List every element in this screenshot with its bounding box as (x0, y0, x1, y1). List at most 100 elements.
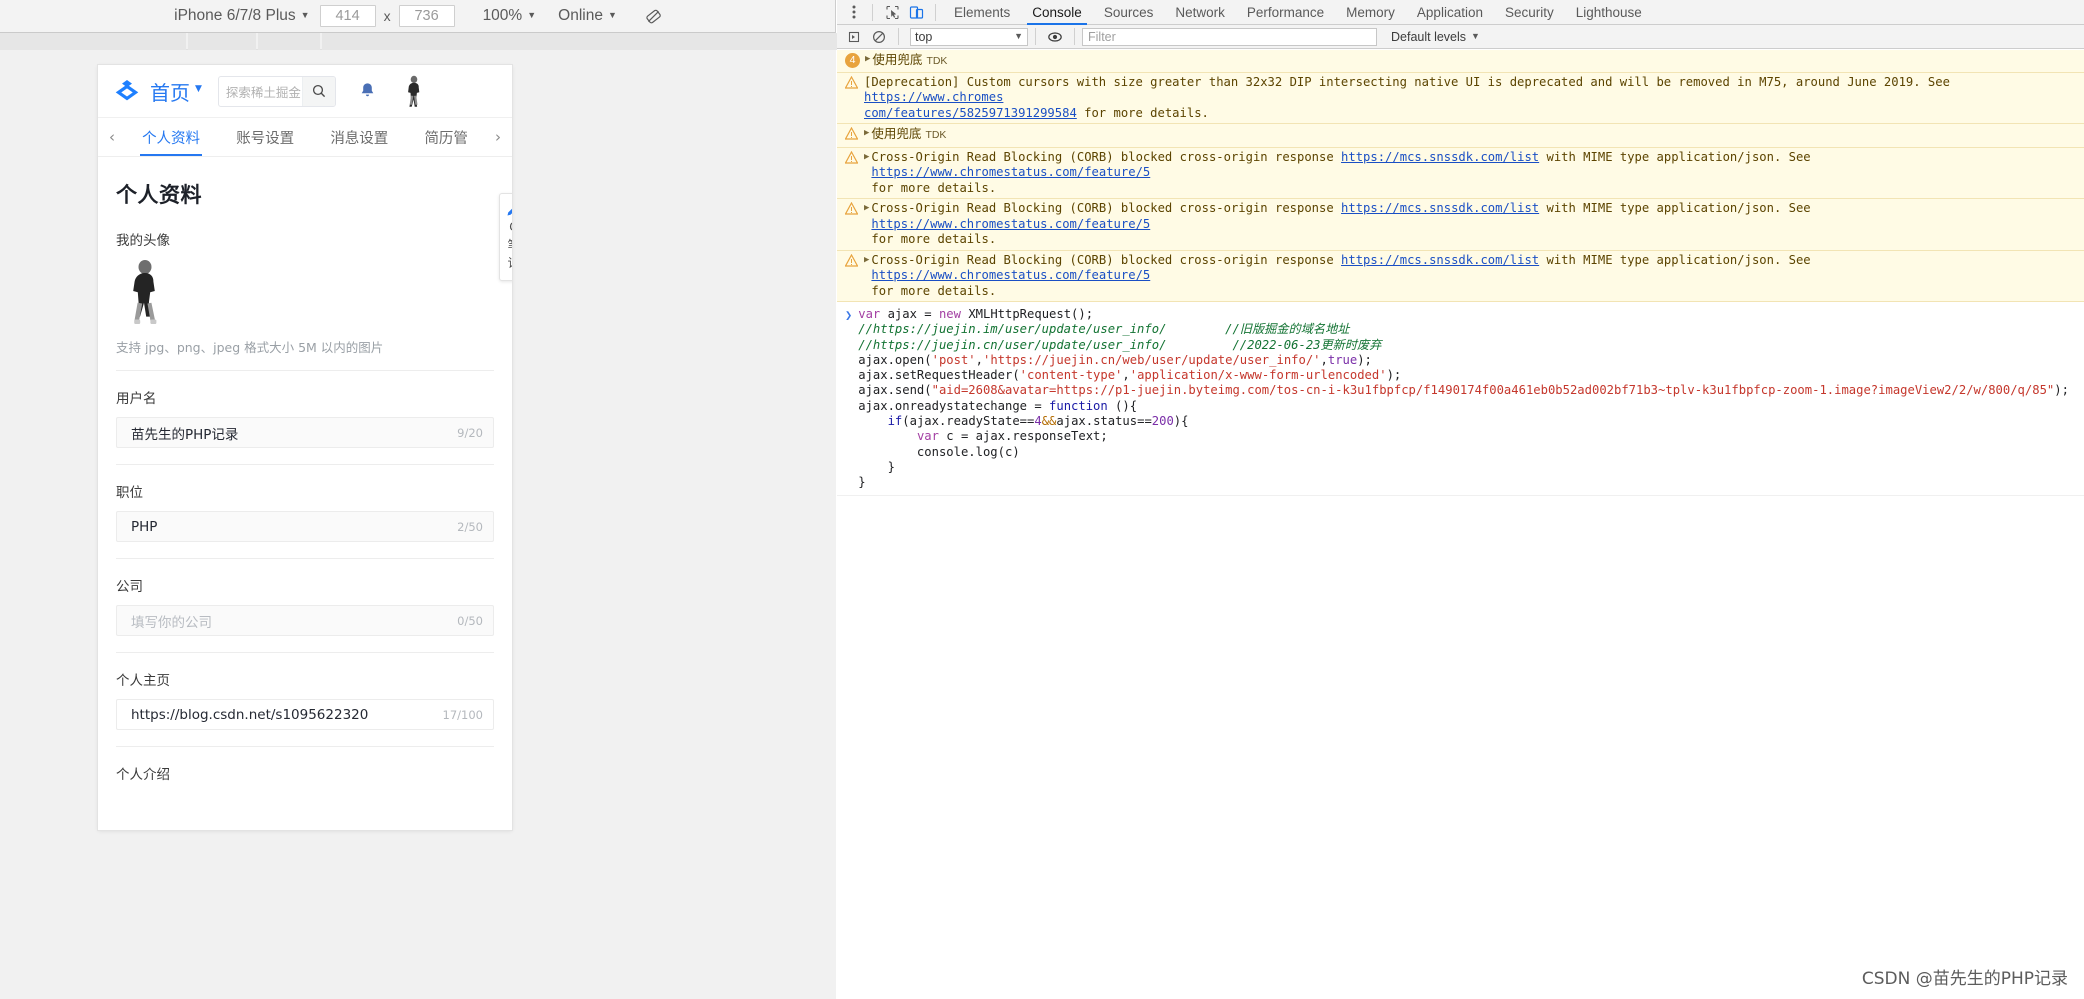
juejin-logo-icon[interactable] (112, 76, 142, 106)
console-message-corb[interactable]: ▶ Cross-Origin Read Blocking (CORB) bloc… (837, 250, 2084, 302)
tab-label: 消息设置 (330, 130, 389, 147)
tab-label: 账号设置 (236, 130, 295, 147)
triangle-right-icon[interactable]: ▶ (865, 52, 870, 68)
chevron-right-icon[interactable]: › (486, 128, 510, 146)
company-input[interactable]: 填写你的公司 0/50 (116, 605, 494, 636)
tab-elements[interactable]: Elements (943, 0, 1021, 25)
settings-tabs: ‹ 个人资料 账号设置 消息设置 简历管 › (98, 118, 512, 157)
message-text: Cross-Origin Read Blocking (CORB) blocke… (871, 149, 1342, 164)
tab-label: Elements (954, 4, 1011, 20)
avatar-section-label: 我的头像 (116, 233, 170, 249)
message-text-after: for more details. (871, 283, 997, 298)
tab-sources[interactable]: Sources (1093, 0, 1165, 25)
search-icon[interactable] (301, 76, 335, 106)
console-message-group[interactable]: 4 ▶ 使用兜底 TDK (837, 50, 2084, 73)
tab-account-settings[interactable]: 账号设置 (234, 118, 296, 156)
triangle-right-icon[interactable]: ▶ (864, 201, 869, 217)
console-toolbar: top ▼ Filter Default levels ▼ (837, 25, 2084, 49)
search-box[interactable]: 探索稀土掘金 (217, 75, 336, 107)
homepage-input[interactable]: https://blog.csdn.net/s1095622320 17/100 (116, 699, 494, 730)
inspect-element-icon[interactable] (880, 1, 904, 23)
message-text: [Deprecation] Custom cursors with size g… (864, 74, 1958, 89)
triangle-right-icon[interactable]: ▶ (864, 253, 869, 269)
tab-performance[interactable]: Performance (1236, 0, 1335, 25)
log-levels-value: Default levels (1391, 29, 1467, 44)
device-select[interactable]: iPhone 6/7/8 Plus ▼ (170, 7, 313, 25)
notification-bell-icon[interactable] (356, 79, 380, 103)
message-suffix: TDK (925, 129, 947, 141)
console-sidebar-icon[interactable] (867, 26, 891, 48)
device-toolbar: iPhone 6/7/8 Plus ▼ 414 x 736 100% ▼ Onl… (0, 0, 835, 33)
message-link[interactable]: https://www.chromestatus.com/feature/5 (871, 165, 1150, 179)
char-count: 17/100 (442, 707, 483, 722)
user-avatar-icon[interactable] (399, 75, 429, 107)
note-widget[interactable]: C 笔 记 (499, 193, 512, 281)
tab-message-settings[interactable]: 消息设置 (328, 118, 390, 156)
device-width-input[interactable]: 414 (319, 5, 376, 27)
site-header: 首页 ▼ 探索稀土掘金 (98, 65, 512, 118)
tab-network[interactable]: Network (1164, 0, 1236, 25)
log-levels-select[interactable]: Default levels ▼ (1391, 30, 1480, 44)
message-link[interactable]: com/features/5825971391299584 (864, 106, 1077, 120)
message-link[interactable]: https://www.chromes (864, 90, 1003, 104)
console-message-deprecation[interactable]: [Deprecation] Custom cursors with size g… (837, 72, 2084, 124)
device-height-input[interactable]: 736 (398, 5, 455, 27)
devtools-tabbar: Elements Console Sources Network Perform… (837, 0, 2084, 25)
message-text-after: for more details. (871, 180, 997, 195)
zoom-select[interactable]: 100% ▼ (479, 7, 541, 25)
console-code-block[interactable]: var ajax = new XMLHttpRequest(); //https… (858, 307, 2069, 491)
message-text: Cross-Origin Read Blocking (CORB) blocke… (871, 201, 1342, 215)
tab-label: 个人资料 (142, 130, 201, 147)
username-input[interactable]: 苗先生的PHP记录 9/20 (116, 417, 494, 448)
rotate-icon[interactable] (643, 5, 665, 27)
job-title-input[interactable]: PHP 2/50 (116, 511, 494, 542)
search-input[interactable]: 探索稀土掘金 (219, 82, 302, 101)
console-message-corb[interactable]: ▶ Cross-Origin Read Blocking (CORB) bloc… (837, 199, 2084, 251)
pencil-note-icon (506, 201, 512, 217)
clear-console-icon[interactable] (843, 26, 867, 48)
tab-security[interactable]: Security (1494, 0, 1565, 25)
field-label: 公司 (116, 579, 143, 595)
tab-lighthouse[interactable]: Lighthouse (1565, 0, 1653, 25)
device-emulation-pane: iPhone 6/7/8 Plus ▼ 414 x 736 100% ▼ Onl… (0, 0, 1184, 999)
more-options-icon[interactable] (843, 4, 865, 20)
console-messages[interactable]: 4 ▶ 使用兜底 TDK [Deprecation] Custom cursors… (837, 50, 2084, 999)
message-link[interactable]: https://mcs.snssdk.com/list (1341, 253, 1539, 267)
message-count-badge: 4 (845, 53, 860, 68)
avatar[interactable] (120, 259, 172, 327)
tab-memory[interactable]: Memory (1335, 0, 1406, 25)
tab-strip: 个人资料 账号设置 消息设置 简历管 (124, 118, 486, 156)
execution-context-select[interactable]: top ▼ (910, 27, 1028, 46)
divider (935, 3, 936, 21)
console-message-corb[interactable]: ▶ Cross-Origin Read Blocking (CORB) bloc… (837, 147, 2084, 199)
device-select-label: iPhone 6/7/8 Plus (174, 7, 296, 24)
tab-resume-management[interactable]: 简历管 (422, 118, 470, 156)
tab-application[interactable]: Application (1406, 0, 1494, 25)
message-text: Cross-Origin Read Blocking (CORB) blocke… (871, 252, 1342, 267)
message-text-mid: with MIME type application/json. See (1539, 149, 1818, 164)
warning-triangle-icon (844, 150, 859, 169)
message-link[interactable]: https://mcs.snssdk.com/list (1341, 201, 1539, 215)
device-viewport: 首页 ▼ 探索稀土掘金 ‹ 个人资料 账号设置 消息设置 简历管 › 个人资料 … (0, 50, 836, 999)
chevron-down-icon[interactable]: ▼ (195, 84, 202, 94)
message-link[interactable]: https://www.chromestatus.com/feature/5 (871, 268, 1150, 282)
tab-personal-profile[interactable]: 个人资料 (140, 118, 203, 156)
execution-context-value: top (915, 29, 933, 44)
throttling-select[interactable]: Online ▼ (554, 7, 621, 25)
note-line: 记 (507, 256, 512, 271)
triangle-right-icon[interactable]: ▶ (864, 126, 869, 142)
triangle-right-icon[interactable]: ▶ (864, 150, 869, 166)
home-label[interactable]: 首页 (150, 77, 190, 106)
device-toolbar-icon[interactable] (904, 1, 928, 23)
tab-label: Security (1504, 4, 1554, 20)
message-link[interactable]: https://mcs.snssdk.com/list (1341, 150, 1539, 164)
live-expression-icon[interactable] (1043, 26, 1067, 48)
console-input-entry[interactable]: ❯ var ajax = new XMLHttpRequest(); //htt… (837, 302, 2084, 496)
tab-label: 简历管 (424, 130, 468, 147)
tab-console[interactable]: Console (1021, 0, 1093, 25)
emulated-page: 首页 ▼ 探索稀土掘金 ‹ 个人资料 账号设置 消息设置 简历管 › 个人资料 … (98, 65, 512, 830)
console-message-group[interactable]: ▶ 使用兜底 TDK (837, 124, 2084, 148)
message-link[interactable]: https://www.chromestatus.com/feature/5 (871, 217, 1150, 231)
console-filter-input[interactable]: Filter (1082, 27, 1377, 46)
chevron-left-icon[interactable]: ‹ (100, 128, 124, 146)
